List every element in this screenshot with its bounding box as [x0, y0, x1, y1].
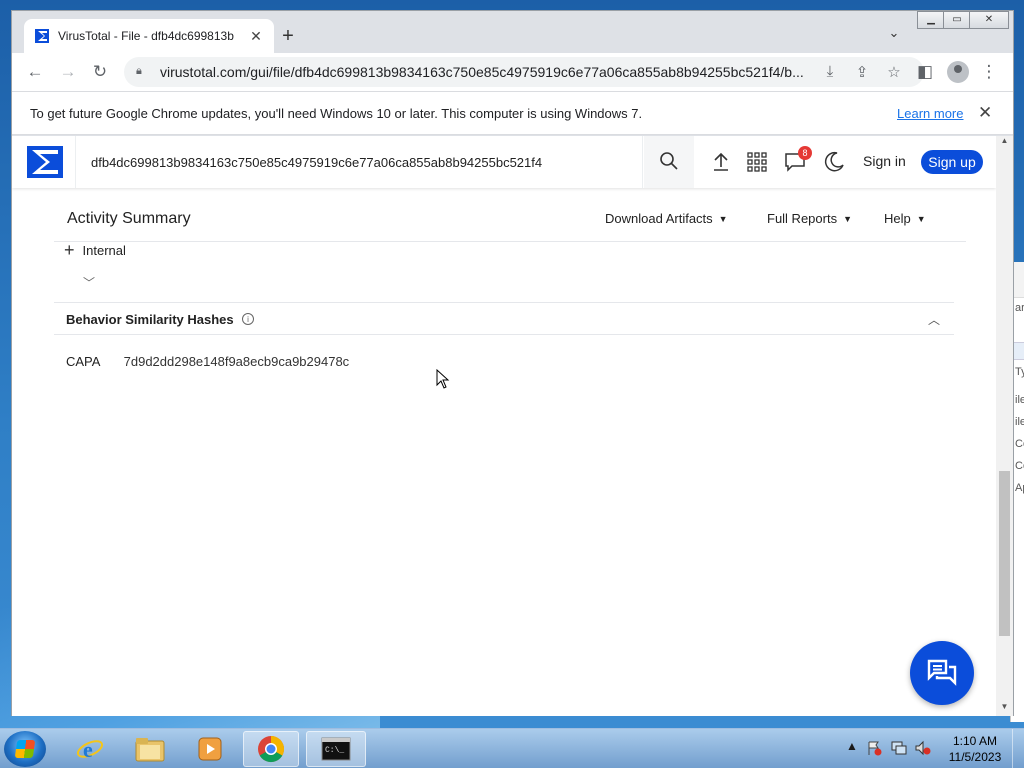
new-tab-button[interactable]: + — [275, 23, 301, 49]
background-window-text: ile — [1015, 416, 1024, 428]
chat-bubbles-icon — [927, 659, 957, 686]
download-artifacts-menu[interactable]: Download Artifacts ▼ — [605, 211, 728, 226]
plus-icon: + — [64, 240, 75, 260]
system-clock[interactable]: 1:10 AM 11/5/2023 — [940, 733, 1010, 765]
close-window-button[interactable]: ✕ — [969, 11, 1009, 29]
start-button[interactable] — [4, 731, 46, 767]
command-prompt-icon: C:\_ — [321, 737, 351, 761]
chrome-icon — [258, 735, 285, 763]
minimize-button[interactable]: ▁ — [917, 11, 945, 29]
install-app-icon[interactable]: ⤓ — [820, 63, 840, 80]
network-icon[interactable] — [890, 740, 908, 756]
page-viewport: dfb4dc699813b9834163c750e85c4975919c6e77… — [12, 136, 996, 716]
help-menu[interactable]: Help ▼ — [884, 211, 926, 226]
browser-tab[interactable]: VirusTotal - File - dfb4dc699813b ✕ — [24, 19, 274, 53]
info-icon[interactable]: i — [242, 313, 254, 325]
hash-row: CAPA 7d9d2dd298e148f9a8ecb9ca9b29478c — [66, 354, 349, 369]
tab-strip: VirusTotal - File - dfb4dc699813b ✕ + ⌄ … — [12, 11, 1013, 53]
browser-toolbar: ← → ↻ 🔒︎ virustotal.com/gui/file/dfb4dc6… — [12, 53, 1013, 91]
virustotal-header: dfb4dc699813b9834163c750e85c4975919c6e77… — [12, 136, 996, 188]
apps-grid-icon[interactable] — [745, 150, 769, 174]
chrome-window: VirusTotal - File - dfb4dc699813b ✕ + ⌄ … — [11, 10, 1014, 716]
background-window-text: Ap — [1015, 482, 1024, 494]
taskbar-command-prompt[interactable]: C:\_ — [306, 731, 366, 767]
background-window-text: Co — [1015, 460, 1024, 472]
clock-date: 11/5/2023 — [948, 750, 1002, 764]
more-menu-icon[interactable]: ⋮ — [978, 61, 1000, 83]
svg-text:e: e — [83, 737, 93, 762]
media-player-icon — [198, 737, 222, 761]
chat-support-button[interactable] — [910, 641, 974, 705]
side-panel-icon[interactable]: ◧ — [914, 61, 936, 83]
behavior-similarity-hashes-header[interactable]: Behavior Similarity Hashes i ︿ — [54, 302, 954, 335]
internet-explorer-icon: e — [76, 737, 104, 762]
taskbar-media-player[interactable] — [182, 731, 238, 767]
url-text[interactable]: virustotal.com/gui/file/dfb4dc699813b983… — [160, 64, 810, 80]
search-button[interactable] — [644, 136, 694, 188]
upload-icon[interactable] — [709, 150, 733, 174]
menu-label: Full Reports — [767, 211, 838, 226]
menu-label: Download Artifacts — [605, 211, 713, 226]
virustotal-logo-icon[interactable] — [26, 145, 64, 179]
caret-down-icon: ▼ — [843, 214, 852, 224]
learn-more-link[interactable]: Learn more — [897, 106, 963, 121]
internal-expander[interactable]: + Internal — [64, 240, 126, 261]
show-desktop-button[interactable] — [1012, 729, 1024, 768]
folder-icon — [135, 738, 165, 762]
tab-close-icon[interactable]: ✕ — [248, 28, 264, 45]
clock-time: 1:10 AM — [952, 734, 998, 748]
hash-value[interactable]: 7d9d2dd298e148f9a8ecb9ca9b29478c — [124, 354, 350, 369]
bsh-title: Behavior Similarity Hashes — [66, 312, 234, 327]
background-window-text: ile — [1015, 394, 1024, 406]
svg-text:C:\_: C:\_ — [325, 746, 344, 755]
infobar-close-icon[interactable]: ✕ — [978, 103, 992, 123]
back-arrow-icon[interactable]: ← — [24, 61, 46, 83]
full-reports-menu[interactable]: Full Reports ▼ — [767, 211, 852, 226]
scrollbar-thumb[interactable] — [999, 471, 1010, 636]
sign-in-link[interactable]: Sign in — [863, 153, 906, 169]
volume-muted-icon[interactable] — [914, 740, 932, 756]
taskbar-internet-explorer[interactable]: e — [62, 731, 118, 767]
action-center-flag-icon[interactable] — [866, 740, 882, 756]
internal-label: Internal — [82, 243, 126, 258]
notification-badge: 8 — [798, 146, 812, 160]
taskbar-chrome[interactable] — [243, 731, 299, 767]
scroll-up-arrow-icon[interactable]: ▲ — [996, 136, 1013, 150]
tray-overflow-arrow-icon[interactable]: ▲ — [846, 739, 858, 753]
activity-summary-bar: Activity Summary Download Artifacts ▼ Ful… — [54, 196, 966, 242]
background-window-text: Co — [1015, 438, 1024, 450]
update-infobar: To get future Google Chrome updates, you… — [12, 91, 1013, 135]
sign-up-button[interactable]: Sign up — [921, 150, 983, 174]
bookmark-star-icon[interactable]: ☆ — [884, 63, 904, 81]
chevron-up-icon[interactable]: ︿ — [928, 311, 940, 328]
forward-arrow-icon[interactable]: → — [57, 61, 79, 83]
mouse-cursor-icon — [436, 369, 450, 389]
background-window-text: Ty — [1015, 366, 1024, 378]
hash-key: CAPA — [66, 354, 101, 369]
background-window-text: ar — [1015, 302, 1024, 314]
maximize-button[interactable]: ▭ — [943, 11, 971, 29]
menu-label: Help — [884, 211, 911, 226]
dark-mode-moon-icon[interactable] — [822, 150, 846, 174]
chevron-down-icon[interactable]: ﹀ — [83, 274, 95, 291]
address-bar[interactable]: 🔒︎ virustotal.com/gui/file/dfb4dc699813b… — [124, 57, 924, 87]
search-query[interactable]: dfb4dc699813b9834163c750e85c4975919c6e77… — [91, 155, 542, 170]
profile-avatar-icon[interactable] — [947, 61, 969, 83]
caret-down-icon: ▼ — [718, 214, 728, 224]
page-scrollbar[interactable]: ▲ ▼ — [996, 136, 1013, 716]
infobar-message: To get future Google Chrome updates, you… — [30, 105, 643, 121]
share-icon[interactable]: ⇪ — [852, 63, 872, 81]
reload-icon[interactable]: ↻ — [89, 61, 111, 83]
lock-icon: 🔒︎ — [136, 65, 142, 77]
windows-taskbar: e C:\_ ▲ 1:10 AM 11/5/2023 — [0, 728, 1024, 768]
scroll-down-arrow-icon[interactable]: ▼ — [996, 702, 1013, 716]
search-field[interactable]: dfb4dc699813b9834163c750e85c4975919c6e77… — [75, 136, 643, 188]
virustotal-favicon-icon — [35, 29, 49, 43]
caret-down-icon: ▼ — [916, 214, 926, 224]
section-title: Activity Summary — [67, 210, 191, 227]
taskbar-file-explorer[interactable] — [122, 731, 178, 767]
search-icon — [660, 152, 678, 170]
tab-title: VirusTotal - File - dfb4dc699813b — [58, 29, 234, 43]
tab-search-chevron-icon[interactable]: ⌄ — [885, 25, 903, 43]
